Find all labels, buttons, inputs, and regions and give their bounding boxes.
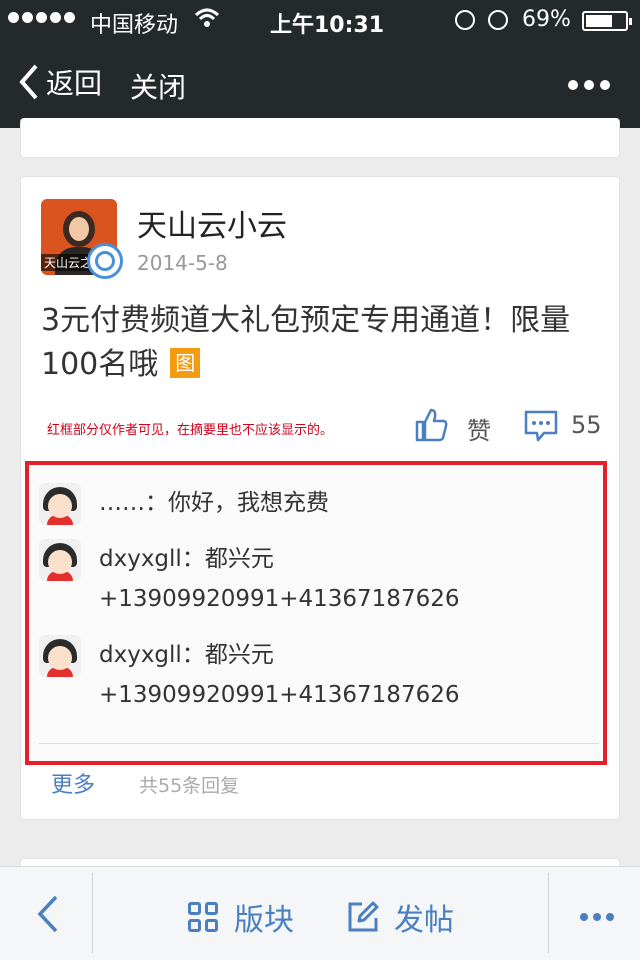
previous-post-card [20, 118, 620, 158]
more-replies-link[interactable]: 更多 [51, 767, 95, 799]
compose-icon [348, 901, 379, 932]
bottom-toolbar: 版块 发帖 [0, 866, 640, 960]
battery-icon [582, 11, 632, 31]
reply-user: dxyxgll [99, 642, 182, 668]
post-title-text: 3元付费频道大礼包预定专用通道！限量100名哦 [41, 303, 571, 382]
like-label[interactable]: 赞 [467, 411, 491, 446]
carrier-name: 中国移动 [90, 13, 179, 38]
back-button[interactable]: 返回 [18, 62, 102, 102]
more-menu-button[interactable] [568, 80, 610, 90]
board-label: 版块 [234, 903, 294, 938]
battery-percent: 69% [522, 7, 571, 32]
reply-total: 共55条回复 [139, 775, 240, 797]
divider [548, 873, 549, 953]
more-options-button[interactable] [580, 913, 614, 921]
reply-text: dxyxgll：都兴元+13909920991+41367187626 [99, 539, 599, 619]
comment-icon[interactable] [523, 409, 559, 443]
back-label: 返回 [46, 67, 103, 100]
reply-content: ：你好，我想充费 [145, 490, 329, 516]
reply-user: …… [99, 490, 145, 516]
battery-fill [586, 15, 612, 27]
image-tag: 图 [170, 348, 201, 378]
post-label: 发帖 [394, 903, 454, 938]
alarm-icon [488, 10, 508, 30]
reply-user: dxyxgll [99, 546, 182, 572]
divider [92, 873, 93, 953]
verified-user-icon [87, 243, 123, 279]
reply-avatar [39, 483, 81, 525]
reply-text: ……：你好，我想充费 [99, 483, 599, 523]
annotation-note: 红框部分仅作者可见，在摘要里也不应该显示的。 [47, 423, 334, 438]
post-card[interactable]: 天山云之 天山云小云 2014-5-8 3元付费频道大礼包预定专用通道！限量10… [20, 176, 620, 820]
signal-icon [8, 12, 75, 23]
chevron-left-icon [19, 64, 38, 100]
back-arrow-icon[interactable] [36, 893, 60, 935]
replies-preview: ……：你好，我想充费 dxyxgll：都兴元+13909920991+41367… [25, 461, 607, 765]
clock: 上午10:31 [270, 13, 385, 38]
status-bar: 中国移动 上午10:31 69% [0, 0, 640, 40]
divider [39, 743, 599, 744]
new-post-button[interactable]: 发帖 [346, 895, 454, 939]
board-button[interactable]: 版块 [188, 895, 294, 939]
reply-avatar [39, 635, 81, 677]
reply-text: dxyxgll：都兴元+13909920991+41367187626 [99, 635, 599, 715]
post-title[interactable]: 3元付费频道大礼包预定专用通道！限量100名哦图 [41, 299, 601, 387]
post-date: 2014-5-8 [137, 251, 228, 275]
wifi-icon [194, 8, 220, 27]
nav-bar: 返回 关闭 [0, 40, 640, 128]
thumbs-up-icon[interactable] [413, 407, 449, 443]
grid-icon [188, 902, 218, 932]
comment-count: 55 [571, 411, 602, 439]
author-name[interactable]: 天山云小云 [137, 201, 287, 245]
reply-avatar [39, 539, 81, 581]
rotation-lock-icon [455, 10, 475, 30]
close-button[interactable]: 关闭 [130, 66, 186, 106]
